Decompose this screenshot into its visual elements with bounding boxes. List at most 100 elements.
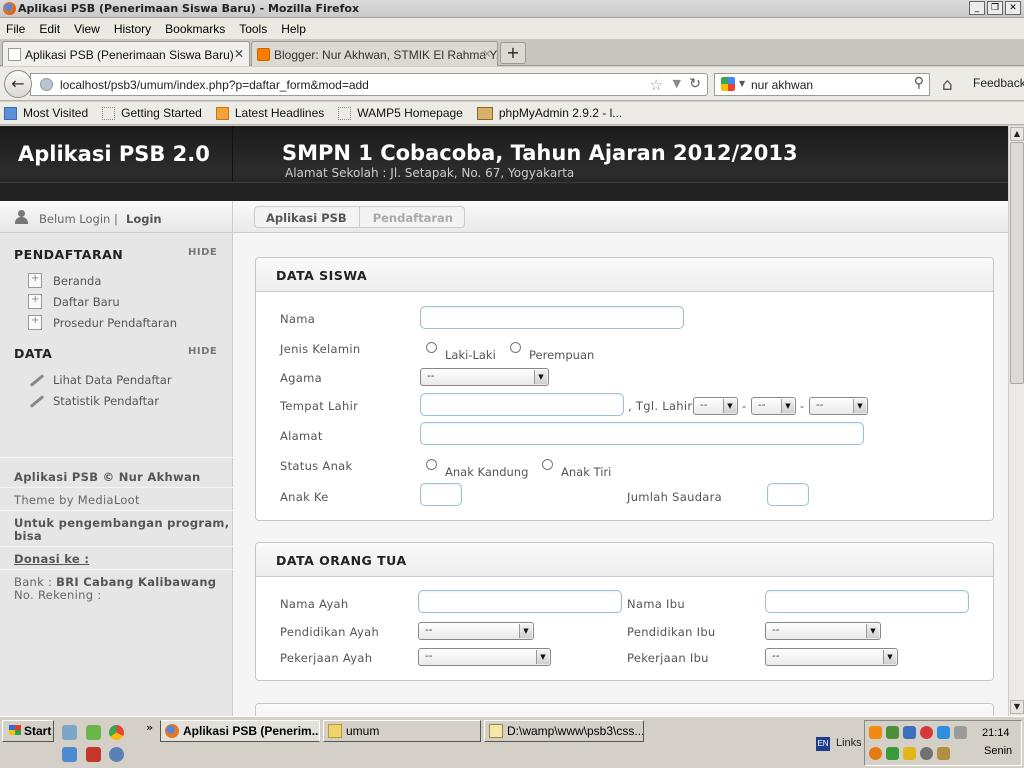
pendidikan-ibu-label: Pendidikan Ibu xyxy=(627,625,716,639)
chevron-down-icon: ▼ xyxy=(534,370,547,384)
tray-clock-icon[interactable] xyxy=(920,747,933,760)
nama-input[interactable] xyxy=(420,306,684,329)
tray-update-icon[interactable] xyxy=(869,747,882,760)
jumlah-saudara-input[interactable] xyxy=(767,483,809,506)
anak-ke-input[interactable] xyxy=(420,483,462,506)
search-box[interactable]: ▼ nur akhwan ⚲ xyxy=(714,73,930,96)
section-pendaftaran-title: PENDAFTARAN xyxy=(14,247,124,262)
minimize-button[interactable]: _ xyxy=(969,1,985,15)
history-dropdown-icon[interactable]: ▼ xyxy=(673,77,681,90)
menu-help[interactable]: Help xyxy=(281,22,306,36)
quicklaunch-player-icon[interactable] xyxy=(109,747,124,762)
nama-ibu-input[interactable] xyxy=(765,590,969,613)
perempuan-radio[interactable] xyxy=(510,342,521,353)
tray-tool-icon[interactable] xyxy=(954,726,967,739)
close-tab-icon[interactable]: ✕ xyxy=(234,47,244,61)
dev-note-line2: bisa xyxy=(14,529,42,543)
reload-icon[interactable]: ↻ xyxy=(689,76,701,92)
menu-history[interactable]: History xyxy=(114,22,151,36)
bookmark-latest-headlines[interactable]: Latest Headlines xyxy=(215,106,324,120)
tray-warning-icon[interactable] xyxy=(886,747,899,760)
breadcrumb-current: Pendaftaran xyxy=(372,211,453,225)
login-status: Belum Login | xyxy=(39,212,118,226)
anak-tiri-radio[interactable] xyxy=(542,459,553,470)
menu-file[interactable]: File xyxy=(6,22,25,36)
links-toolbar[interactable]: Links xyxy=(836,737,862,749)
chevron-down-icon: ▼ xyxy=(883,650,896,664)
hide-pendaftaran-link[interactable]: HIDE xyxy=(188,247,217,258)
sidebar-item-daftar-baru[interactable]: Daftar Baru xyxy=(28,294,120,309)
login-link[interactable]: Login xyxy=(126,212,162,226)
alamat-input[interactable] xyxy=(420,422,864,445)
anak-kandung-radio[interactable] xyxy=(426,459,437,470)
sidebar-item-statistik[interactable]: Statistik Pendaftar xyxy=(28,394,159,408)
page-scrollbar[interactable]: ▲ ▼ xyxy=(1008,126,1024,716)
quicklaunch-ie-icon[interactable] xyxy=(62,747,77,762)
bookmark-getting-started[interactable]: Getting Started xyxy=(102,106,202,120)
taskbar-firefox[interactable]: Aplikasi PSB (Penerim... xyxy=(160,720,320,742)
laki-laki-radio[interactable] xyxy=(426,342,437,353)
taskbar-css-editor[interactable]: D:\wamp\www\psb3\css... xyxy=(484,720,644,742)
bookmark-star-icon[interactable]: ☆ xyxy=(650,76,663,94)
breadcrumb: Aplikasi PSB Pendaftaran xyxy=(254,206,465,228)
new-tab-button[interactable]: + xyxy=(500,42,526,64)
menu-edit[interactable]: Edit xyxy=(39,22,60,36)
pendidikan-ayah-select[interactable]: -- ▼ xyxy=(418,622,534,640)
tray-app-icon[interactable] xyxy=(903,747,916,760)
back-button[interactable]: ← xyxy=(4,70,32,98)
bookmark-phpmyadmin[interactable]: phpMyAdmin 2.9.2 - l... xyxy=(476,106,622,120)
language-indicator[interactable]: EN xyxy=(816,737,830,751)
scrollbar-thumb[interactable] xyxy=(1010,142,1024,384)
taskbar-umum-folder[interactable]: umum xyxy=(323,720,481,742)
feedback-button[interactable]: Feedback xyxy=(973,76,1024,90)
tgl-year-select[interactable]: -- ▼ xyxy=(809,397,868,415)
engine-dropdown-icon[interactable]: ▼ xyxy=(739,79,745,88)
nama-ayah-input[interactable] xyxy=(418,590,622,613)
menu-bookmarks[interactable]: Bookmarks xyxy=(165,22,225,36)
menu-tools[interactable]: Tools xyxy=(239,22,267,36)
tab-aplikasi-psb[interactable]: Aplikasi PSB (Penerimaan Siswa Baru) ✕ xyxy=(2,41,250,66)
chrome-icon[interactable] xyxy=(109,725,124,740)
quicklaunch-media-icon[interactable] xyxy=(86,747,101,762)
search-text: nur akhwan xyxy=(751,78,814,92)
pendidikan-ibu-select[interactable]: -- ▼ xyxy=(765,622,881,640)
scroll-up-icon[interactable]: ▲ xyxy=(1010,127,1024,141)
pekerjaan-ibu-select[interactable]: -- ▼ xyxy=(765,648,898,666)
pekerjaan-ayah-select[interactable]: -- ▼ xyxy=(418,648,551,666)
tray-media-icon[interactable] xyxy=(869,726,882,739)
chevron-down-icon: ▼ xyxy=(723,399,736,413)
agama-select[interactable]: -- ▼ xyxy=(420,368,549,386)
tray-network-icon[interactable] xyxy=(886,726,899,739)
breadcrumb-home[interactable]: Aplikasi PSB xyxy=(255,207,360,227)
tgl-month-select[interactable]: -- ▼ xyxy=(751,397,796,415)
home-icon[interactable]: ⌂ xyxy=(942,75,953,95)
hide-data-link[interactable]: HIDE xyxy=(188,346,217,357)
clock-time[interactable]: 21:14 xyxy=(982,727,1010,739)
menu-view[interactable]: View xyxy=(74,22,100,36)
sidebar-item-lihat-data[interactable]: Lihat Data Pendaftar xyxy=(28,373,172,387)
google-icon[interactable] xyxy=(721,77,735,91)
tab-blogger[interactable]: Blogger: Nur Akhwan, STMIK El Rahma Y...… xyxy=(251,41,498,66)
windows-taskbar: Start » Aplikasi PSB (Penerim... umum D:… xyxy=(0,716,1024,768)
quicklaunch-app-icon[interactable] xyxy=(86,725,101,740)
bookmark-wamp5[interactable]: WAMP5 Homepage xyxy=(338,106,463,120)
start-button[interactable]: Start xyxy=(2,720,54,742)
sidebar-item-prosedur[interactable]: Prosedur Pendaftaran xyxy=(28,315,177,330)
sidebar-item-beranda[interactable]: Beranda xyxy=(28,273,101,288)
bookmark-most-visited[interactable]: Most Visited xyxy=(4,106,88,120)
scroll-down-icon[interactable]: ▼ xyxy=(1010,700,1024,714)
close-window-button[interactable]: ✕ xyxy=(1005,1,1021,15)
quicklaunch-settings-icon[interactable] xyxy=(62,725,77,740)
tray-monitor-icon[interactable] xyxy=(903,726,916,739)
url-bar[interactable]: localhost/psb3/umum/index.php?p=daftar_f… xyxy=(30,73,708,96)
tgl-day-select[interactable]: -- ▼ xyxy=(693,397,738,415)
search-icon[interactable]: ⚲ xyxy=(914,75,924,91)
tray-utility-icon[interactable] xyxy=(937,747,950,760)
maximize-button[interactable]: ❐ xyxy=(987,1,1003,15)
tempat-lahir-input[interactable] xyxy=(420,393,624,416)
quicklaunch-more-icon[interactable]: » xyxy=(146,721,153,734)
site-identity-icon[interactable] xyxy=(40,78,53,91)
tray-security-icon[interactable] xyxy=(920,726,933,739)
tray-skype-icon[interactable] xyxy=(937,726,950,739)
close-tab-icon[interactable]: ✕ xyxy=(482,47,492,61)
